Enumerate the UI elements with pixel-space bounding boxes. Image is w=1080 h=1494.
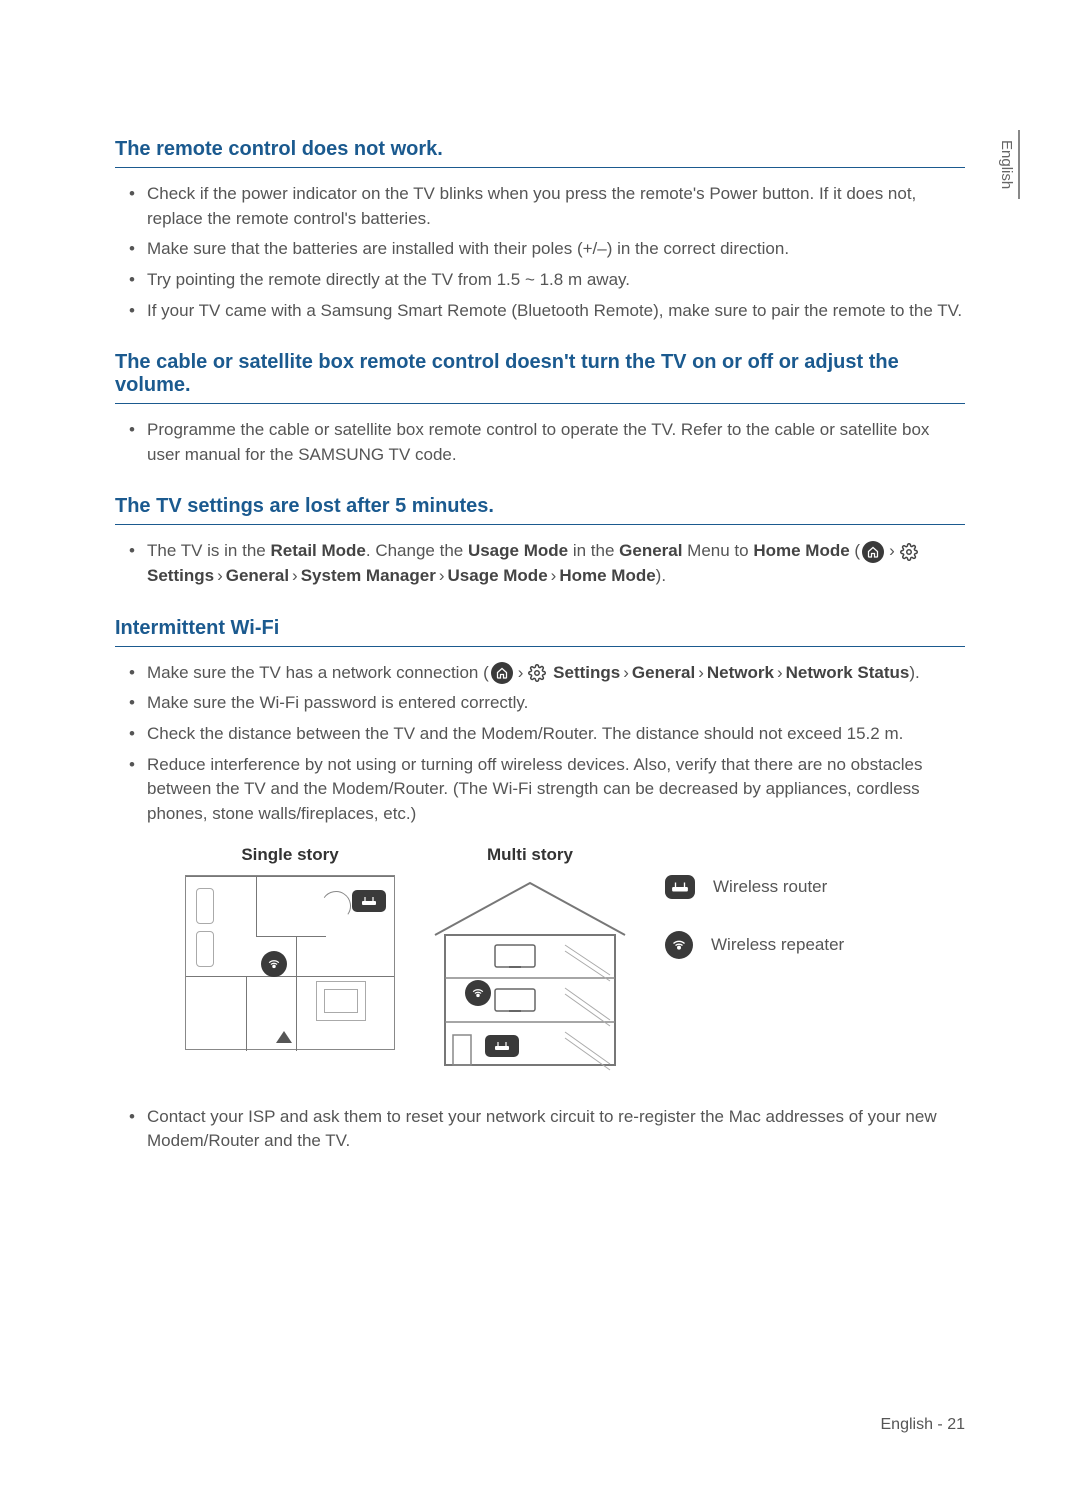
text: Make sure the TV has a network connectio… xyxy=(147,663,489,682)
list-item: Make sure the Wi-Fi password is entered … xyxy=(137,691,965,716)
chevron-icon: › xyxy=(777,663,783,682)
house-multi xyxy=(425,875,635,1075)
home-icon xyxy=(862,541,884,563)
legend-repeater: Wireless repeater xyxy=(665,931,844,959)
legend-router-label: Wireless router xyxy=(713,877,827,897)
bold-general: General xyxy=(619,541,682,560)
repeater-icon xyxy=(665,931,693,959)
list-wifi-after: Contact your ISP and ask them to reset y… xyxy=(115,1105,965,1154)
legend-router: Wireless router xyxy=(665,875,844,899)
text: Menu to xyxy=(682,541,753,560)
gear-icon xyxy=(528,662,546,684)
chevron-icon: › xyxy=(889,541,895,560)
chevron-icon: › xyxy=(698,663,704,682)
gear-icon xyxy=(900,541,918,563)
list-item: Check the distance between the TV and th… xyxy=(137,722,965,747)
list-item: Make sure that the batteries are install… xyxy=(137,237,965,262)
footer-sep: - xyxy=(933,1416,947,1433)
text: in the xyxy=(568,541,619,560)
heading-settings-lost: The TV settings are lost after 5 minutes… xyxy=(115,495,965,525)
chevron-icon: › xyxy=(292,566,298,585)
list-item: The TV is in the Retail Mode. Change the… xyxy=(137,539,965,588)
path-general: General xyxy=(632,663,695,682)
heading-cable: The cable or satellite box remote contro… xyxy=(115,351,965,404)
path-general: General xyxy=(226,566,289,585)
diagrams-row: Single story xyxy=(115,845,965,1075)
page-footer: English - 21 xyxy=(881,1416,966,1434)
bold-usage-mode: Usage Mode xyxy=(468,541,568,560)
path-network: Network xyxy=(707,663,774,682)
list-item: Check if the power indicator on the TV b… xyxy=(137,182,965,231)
chevron-icon: › xyxy=(217,566,223,585)
diagram-multi-story: Multi story xyxy=(425,845,635,1075)
list-item: Programme the cable or satellite box rem… xyxy=(137,418,965,467)
list-item: Make sure the TV has a network connectio… xyxy=(137,661,965,686)
footer-lang: English xyxy=(881,1416,933,1433)
diagram-single-story: Single story xyxy=(185,845,395,1050)
list-settings-lost: The TV is in the Retail Mode. Change the… xyxy=(115,539,965,588)
path-settings: Settings xyxy=(147,566,214,585)
list-item: Contact your ISP and ask them to reset y… xyxy=(137,1105,965,1154)
path-system-manager: System Manager xyxy=(301,566,436,585)
heading-remote: The remote control does not work. xyxy=(115,138,965,168)
language-side-tab: English xyxy=(995,130,1020,199)
bold-retail-mode: Retail Mode xyxy=(270,541,365,560)
legend-repeater-label: Wireless repeater xyxy=(711,935,844,955)
chevron-icon: › xyxy=(439,566,445,585)
list-item: If your TV came with a Samsung Smart Rem… xyxy=(137,299,965,324)
path-settings: Settings xyxy=(553,663,620,682)
heading-wifi: Intermittent Wi-Fi xyxy=(115,617,965,647)
path-usage-mode: Usage Mode xyxy=(448,566,548,585)
list-item: Reduce interference by not using or turn… xyxy=(137,753,965,827)
repeater-icon xyxy=(465,980,491,1006)
diagram-title-multi: Multi story xyxy=(487,845,573,865)
text: ). xyxy=(909,663,919,682)
bold-home-mode: Home Mode xyxy=(753,541,849,560)
legend: Wireless router Wireless repeater xyxy=(665,845,844,959)
home-icon xyxy=(491,662,513,684)
text: ). xyxy=(656,566,666,585)
repeater-icon xyxy=(261,951,287,977)
chevron-icon: › xyxy=(551,566,557,585)
floorplan-single xyxy=(185,875,395,1050)
path-network-status: Network Status xyxy=(786,663,910,682)
diagram-title-single: Single story xyxy=(241,845,338,865)
path-home-mode: Home Mode xyxy=(559,566,655,585)
footer-page: 21 xyxy=(947,1416,965,1433)
chevron-icon: › xyxy=(518,663,524,682)
router-icon xyxy=(352,890,386,912)
list-cable: Programme the cable or satellite box rem… xyxy=(115,418,965,467)
list-remote: Check if the power indicator on the TV b… xyxy=(115,182,965,323)
text: ( xyxy=(850,541,860,560)
text: . Change the xyxy=(366,541,468,560)
list-item: Try pointing the remote directly at the … xyxy=(137,268,965,293)
router-icon xyxy=(665,875,695,899)
router-icon xyxy=(485,1035,519,1057)
chevron-icon: › xyxy=(623,663,629,682)
list-wifi: Make sure the TV has a network connectio… xyxy=(115,661,965,827)
text: The TV is in the xyxy=(147,541,270,560)
